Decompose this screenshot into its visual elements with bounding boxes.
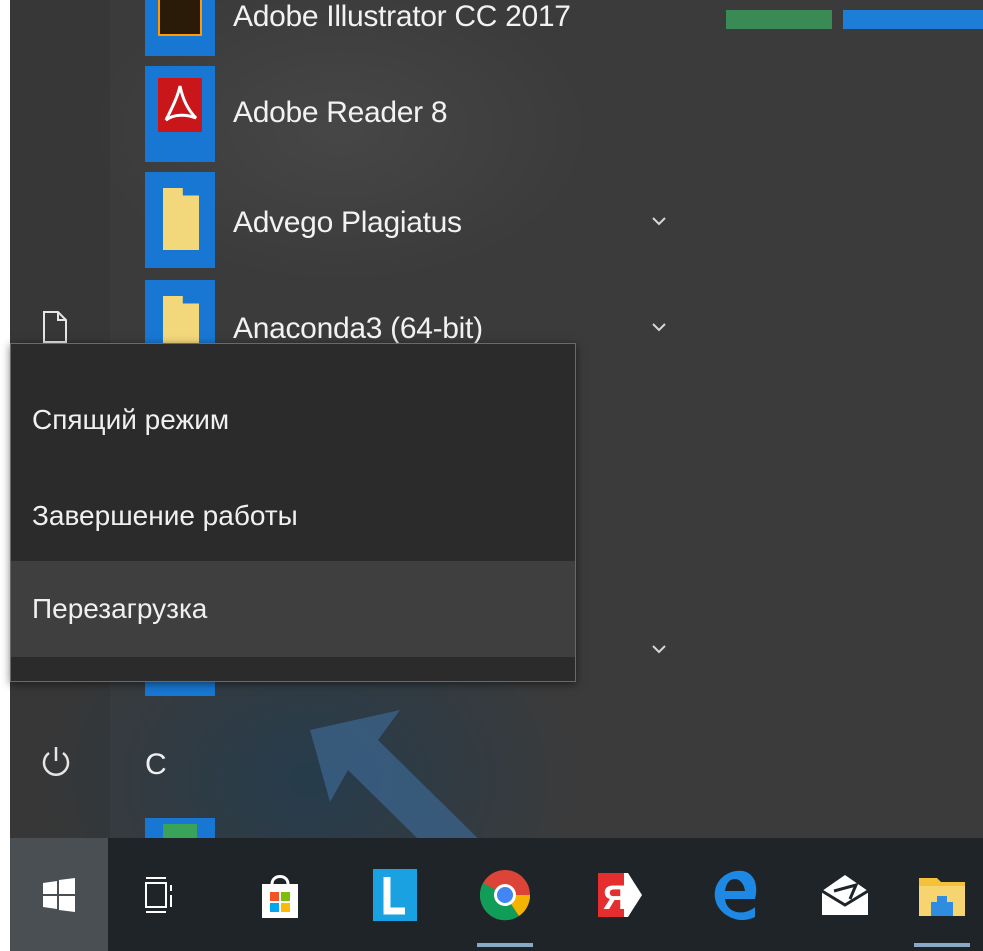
- svg-text:Я: Я: [603, 879, 627, 917]
- app-tile-partial[interactable]: [145, 682, 215, 696]
- documents-icon[interactable]: [40, 310, 70, 344]
- file-explorer-icon: [918, 877, 965, 916]
- taskbar-store[interactable]: [230, 838, 330, 951]
- task-view-button[interactable]: [110, 838, 210, 951]
- taskbar-edge[interactable]: [685, 838, 785, 951]
- chevron-down-icon[interactable]: [650, 318, 668, 336]
- chrome-icon: [479, 869, 531, 920]
- chevron-down-icon[interactable]: [650, 212, 668, 230]
- menu-item-label: Перезагрузка: [32, 593, 208, 624]
- section-letter[interactable]: C: [145, 748, 167, 782]
- power-options-menu: Спящий режим Завершение работы Перезагру…: [10, 343, 576, 682]
- microsoft-store-icon: [262, 874, 298, 918]
- taskbar-file-explorer[interactable]: [900, 838, 983, 951]
- mail-icon: [821, 874, 869, 915]
- app-label: Advego Plagiatus: [233, 206, 462, 239]
- taskbar-lingvo[interactable]: [345, 838, 445, 951]
- edge-icon: [714, 870, 757, 920]
- lingvo-icon: [373, 868, 417, 921]
- windows-start-icon: [43, 877, 75, 912]
- chevron-down-icon[interactable]: [650, 640, 668, 658]
- power-icon[interactable]: [38, 744, 74, 780]
- live-tile-blue[interactable]: [843, 10, 983, 29]
- app-list-item-adobe-illustrator[interactable]: Adobe Illustrator CC 2017: [145, 0, 705, 56]
- adobe-reader-icon: [145, 66, 215, 162]
- taskbar-mail[interactable]: [795, 838, 895, 951]
- taskbar-chrome[interactable]: [455, 838, 555, 951]
- taskbar: Я: [10, 838, 983, 951]
- app-list-item-advego-plagiatus[interactable]: Advego Plagiatus: [145, 172, 705, 268]
- taskbar-yandex[interactable]: Я: [570, 838, 670, 951]
- app-list-item-adobe-reader[interactable]: Adobe Reader 8: [145, 66, 705, 162]
- menu-item-sleep[interactable]: Спящий режим: [11, 372, 575, 468]
- app-label: Adobe Illustrator CC 2017: [233, 0, 571, 33]
- app-label: Adobe Reader 8: [233, 96, 448, 129]
- menu-item-shutdown[interactable]: Завершение работы: [11, 468, 575, 564]
- live-tile-green[interactable]: [726, 10, 832, 29]
- app-label: Anaconda3 (64-bit): [233, 312, 483, 345]
- menu-item-restart[interactable]: Перезагрузка: [11, 561, 575, 657]
- menu-item-label: Завершение работы: [32, 500, 298, 531]
- start-button[interactable]: [10, 838, 108, 951]
- adobe-illustrator-icon: [145, 0, 215, 56]
- menu-item-label: Спящий режим: [32, 404, 230, 435]
- task-view-icon: [145, 876, 172, 913]
- app-tile-partial[interactable]: [145, 818, 215, 838]
- yandex-browser-icon: Я: [598, 872, 642, 917]
- folder-icon: [145, 172, 215, 268]
